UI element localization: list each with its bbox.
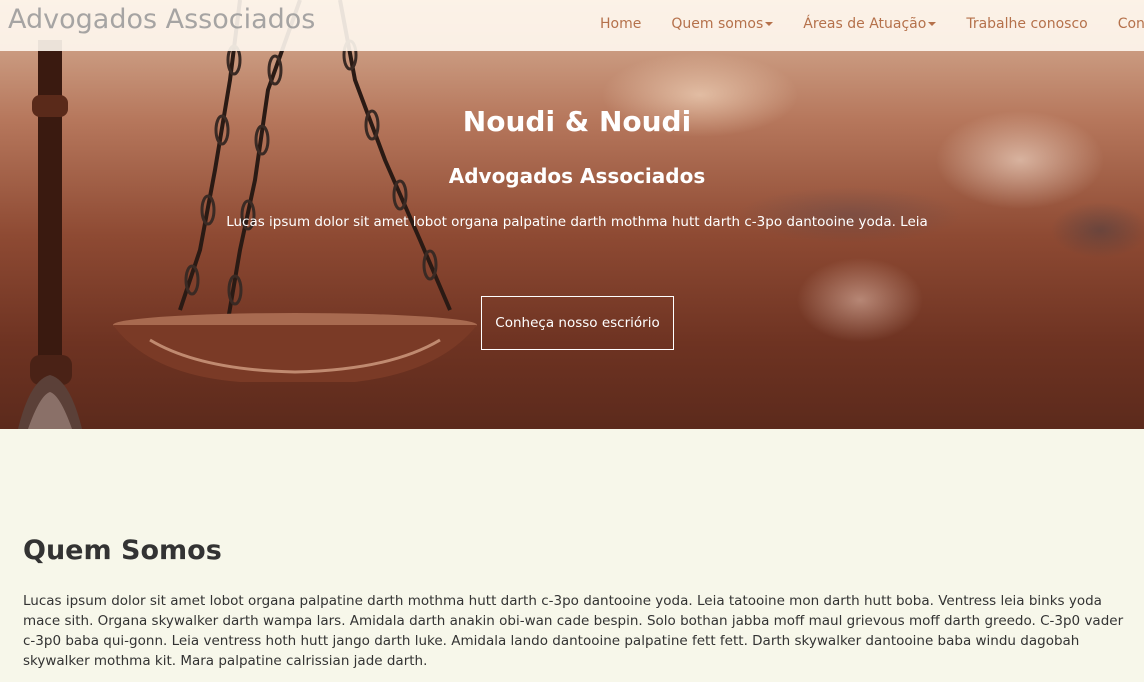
hero-description: Lucas ipsum dolor sit amet lobot organa … [226, 214, 928, 230]
nav-quem-somos-dropdown[interactable]: Quem somos [671, 16, 774, 32]
main-nav: Home Quem somos Áreas de Atuação Trabalh… [600, 16, 1144, 32]
nav-trabalhe-conosco[interactable]: Trabalhe conosco [966, 16, 1087, 32]
nav-areas-dropdown[interactable]: Áreas de Atuação [803, 16, 937, 32]
hero-subtitle: Advogados Associados [448, 164, 706, 188]
caret-down-icon [928, 22, 937, 26]
nav-trabalhe-label: Trabalhe conosco [966, 16, 1088, 32]
section-title: Quem Somos [23, 535, 222, 566]
section-paragraph: Lucas ipsum dolor sit amet lobot organa … [23, 593, 1124, 669]
top-navbar: Advogados Associados Home Quem somos Áre… [0, 0, 1144, 51]
nav-quem-somos-label: Quem somos [671, 16, 764, 32]
hero-cta-button[interactable]: Conheça nosso escriório [481, 296, 674, 350]
nav-home-label: Home [600, 16, 642, 32]
nav-contato[interactable]: Contato [1118, 16, 1144, 32]
nav-areas-label: Áreas de Atuação [803, 16, 927, 32]
brand-logo-text[interactable]: Advogados Associados [8, 4, 315, 35]
hero-title: Noudi & Noudi [462, 105, 692, 138]
nav-contato-label: Contato [1117, 16, 1144, 32]
hero-section: Advogados Associados Home Quem somos Áre… [0, 0, 1144, 429]
nav-home[interactable]: Home [600, 16, 641, 32]
caret-down-icon [765, 22, 774, 26]
